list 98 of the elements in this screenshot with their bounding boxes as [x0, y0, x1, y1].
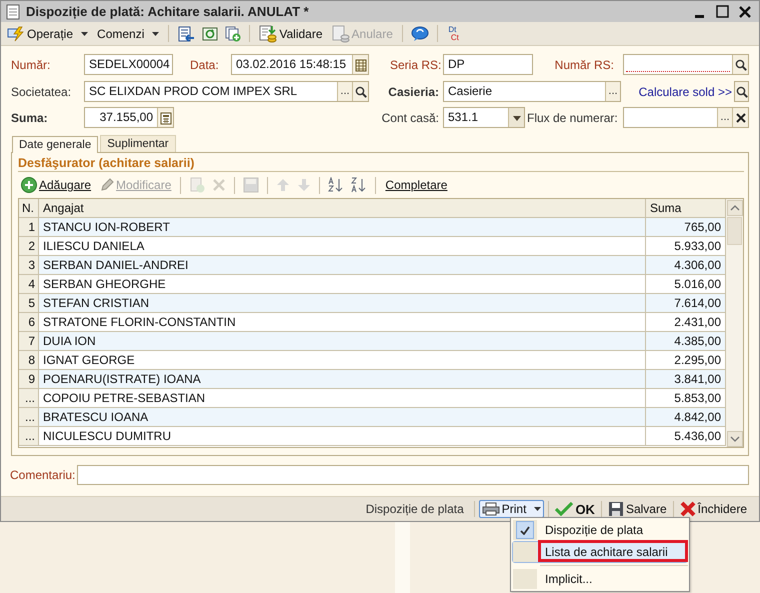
table-cell: COPOIU PETRE-SEBASTIAN — [39, 389, 646, 407]
row-number: 6 — [19, 313, 39, 331]
row-number: 4 — [19, 275, 39, 293]
table-cell: STEFAN CRISTIAN — [39, 294, 646, 312]
sort-ascending-icon[interactable] — [328, 177, 344, 193]
input-field[interactable]: 03.02.2016 15:48:15 — [231, 54, 369, 75]
browse-button[interactable]: ... — [337, 82, 352, 101]
row-number: 1 — [19, 218, 39, 236]
checkmark-icon — [555, 502, 574, 516]
row-number: ... — [19, 408, 39, 426]
scroll-thumb[interactable] — [727, 217, 742, 245]
clear-icon[interactable] — [734, 110, 748, 124]
search-icon[interactable] — [734, 58, 748, 72]
link[interactable]: Calculare sold >> — [621, 84, 732, 98]
speech-bubble-icon[interactable] — [410, 26, 429, 42]
table-cell: DUIA ION — [39, 332, 646, 350]
document-icon — [6, 4, 20, 20]
field-label: Număr RS: — [554, 58, 615, 72]
plus-circle-icon — [21, 177, 37, 193]
printer-icon — [482, 502, 500, 516]
menu-button[interactable]: Operație — [4, 24, 92, 44]
calendar-icon[interactable] — [354, 58, 368, 72]
window-title: Dispoziție de plată: Achitare salarii. ANULAT * — [26, 4, 309, 19]
close-button[interactable]: Închidere — [678, 501, 749, 517]
tab[interactable]: Date generale — [12, 136, 98, 153]
menu-item[interactable]: Implicit... — [512, 568, 688, 590]
field-label: Seria RS: — [390, 58, 441, 72]
caret-icon — [81, 32, 88, 36]
field-label: Casieria: — [387, 84, 440, 98]
document-coins-icon — [332, 24, 350, 42]
table-cell: POENARU(ISTRATE) IOANA — [39, 370, 646, 388]
input-field[interactable]: SEDELX00004 — [84, 54, 173, 75]
scrollbar[interactable] — [726, 199, 743, 447]
close-icon[interactable] — [739, 6, 751, 18]
save-button[interactable]: Salvare — [606, 501, 669, 517]
input-field[interactable]: Casierie ... — [443, 81, 621, 102]
caret-icon — [152, 32, 160, 36]
table-cell: SERBAN DANIEL-ANDREI — [39, 256, 646, 274]
document-arrow-icon[interactable] — [177, 26, 196, 42]
refresh-icon[interactable] — [202, 26, 218, 42]
search-icon[interactable] — [354, 84, 368, 98]
toolbar-button[interactable]: Validare — [256, 24, 326, 44]
input-field[interactable] — [623, 54, 749, 75]
lightning-icon — [7, 26, 25, 42]
browse-button[interactable]: ... — [605, 82, 620, 101]
input-field[interactable]: SC ELIXDAN PROD COM IMPEX SRL ... — [84, 81, 369, 102]
search-icon[interactable] — [734, 84, 748, 98]
row-number: ... — [19, 427, 39, 445]
input-field[interactable]: 37.155,00 — [84, 107, 174, 128]
table-cell: STANCU ION-ROBERT — [39, 218, 646, 236]
maximize-icon[interactable] — [716, 5, 729, 18]
toolbar-button[interactable]: Adăugare — [18, 175, 94, 195]
toolbar-button[interactable]: Completare — [382, 175, 450, 195]
column-header[interactable]: Angajat — [39, 199, 646, 217]
document-coins-icon — [259, 24, 278, 42]
checkmark-icon — [520, 526, 530, 534]
table-cell: STRATONE FLORIN-CONSTANTIN — [39, 313, 646, 331]
input-field[interactable]: 531.1 — [443, 107, 525, 128]
document-add-icon[interactable] — [225, 26, 242, 42]
caret-icon — [534, 507, 542, 511]
section-title: Desfăşurator (achitare salarii) — [18, 153, 744, 172]
sort-descending-icon[interactable] — [351, 177, 368, 193]
tab[interactable]: Suplimentar — [100, 135, 176, 152]
row-number: 5 — [19, 294, 39, 312]
table-cell: SERBAN GHEORGHE — [39, 275, 646, 293]
field-label: Flux de numerar: — [527, 110, 619, 124]
field-label: Cont casă: — [380, 110, 440, 124]
scroll-up-icon[interactable] — [726, 200, 742, 216]
menu-item[interactable]: Dispoziție de plata — [512, 519, 688, 541]
menu-item[interactable]: Lista de achitare salarii — [512, 541, 688, 563]
row-number: 2 — [19, 237, 39, 255]
scroll-down-icon[interactable] — [726, 431, 742, 447]
ok-button[interactable]: OK — [553, 502, 597, 516]
pencil-icon — [100, 178, 114, 192]
calculator-icon[interactable] — [158, 110, 172, 124]
input-field[interactable]: ... — [623, 107, 749, 128]
menu-button[interactable]: Comenzi — [94, 24, 162, 44]
row-number: 8 — [19, 351, 39, 369]
row-number: 7 — [19, 332, 39, 350]
table-cell: NICULESCU DUMITRU — [39, 427, 646, 445]
row-number: ... — [19, 389, 39, 407]
field-label: Data: — [190, 58, 220, 72]
row-number: 9 — [19, 370, 39, 388]
row-number: 3 — [19, 256, 39, 274]
field-label: Număr: — [11, 58, 52, 72]
print-button[interactable]: Print — [478, 500, 544, 518]
input-field[interactable]: DP — [443, 54, 533, 75]
input-field[interactable] — [77, 465, 749, 485]
table-cell: BRATESCU IOANA — [39, 408, 646, 426]
cross-icon — [680, 501, 696, 517]
table-cell: ILIESCU DANIELA — [39, 237, 646, 255]
field-label: Comentariu: — [10, 468, 76, 482]
debit-credit-button[interactable]: Dt Ct — [444, 26, 461, 42]
table-cell: IGNAT GEORGE — [39, 351, 646, 369]
field-label: Societatea: — [11, 84, 72, 98]
field-label: Suma: — [11, 110, 49, 124]
status-text: Dispoziție de plata — [366, 502, 465, 516]
browse-button[interactable]: ... — [717, 108, 732, 127]
